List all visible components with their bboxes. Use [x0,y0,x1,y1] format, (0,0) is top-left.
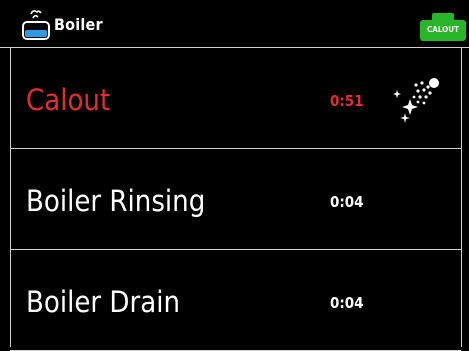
boiler-icon [22,10,50,40]
list-item-time: 0:04 [330,193,364,211]
list-item-boiler-rinsing[interactable]: Boiler Rinsing 0:04 [10,149,461,250]
spray-sparkle-icon [393,78,439,123]
scrollbar[interactable] [461,48,469,347]
list-item-label: Boiler Drain [26,285,181,319]
list-item-time: 0:04 [330,294,364,312]
list-item-label: Boiler Rinsing [26,184,206,218]
calout-badge-label: CALOUT [426,25,460,34]
page-title: Boiler [54,15,103,34]
program-list: Calout 0:51 Boiler Rinsing 0:04 Boiler D… [10,48,461,351]
list-item-boiler-drain[interactable]: Boiler Drain 0:04 [10,250,461,351]
header-bar: Boiler CALOUT [0,0,469,47]
calout-badge[interactable]: CALOUT [420,13,466,41]
list-item-label: Calout [26,83,111,117]
list-item-calout[interactable]: Calout 0:51 [10,48,461,149]
list-item-time: 0:51 [330,92,364,110]
